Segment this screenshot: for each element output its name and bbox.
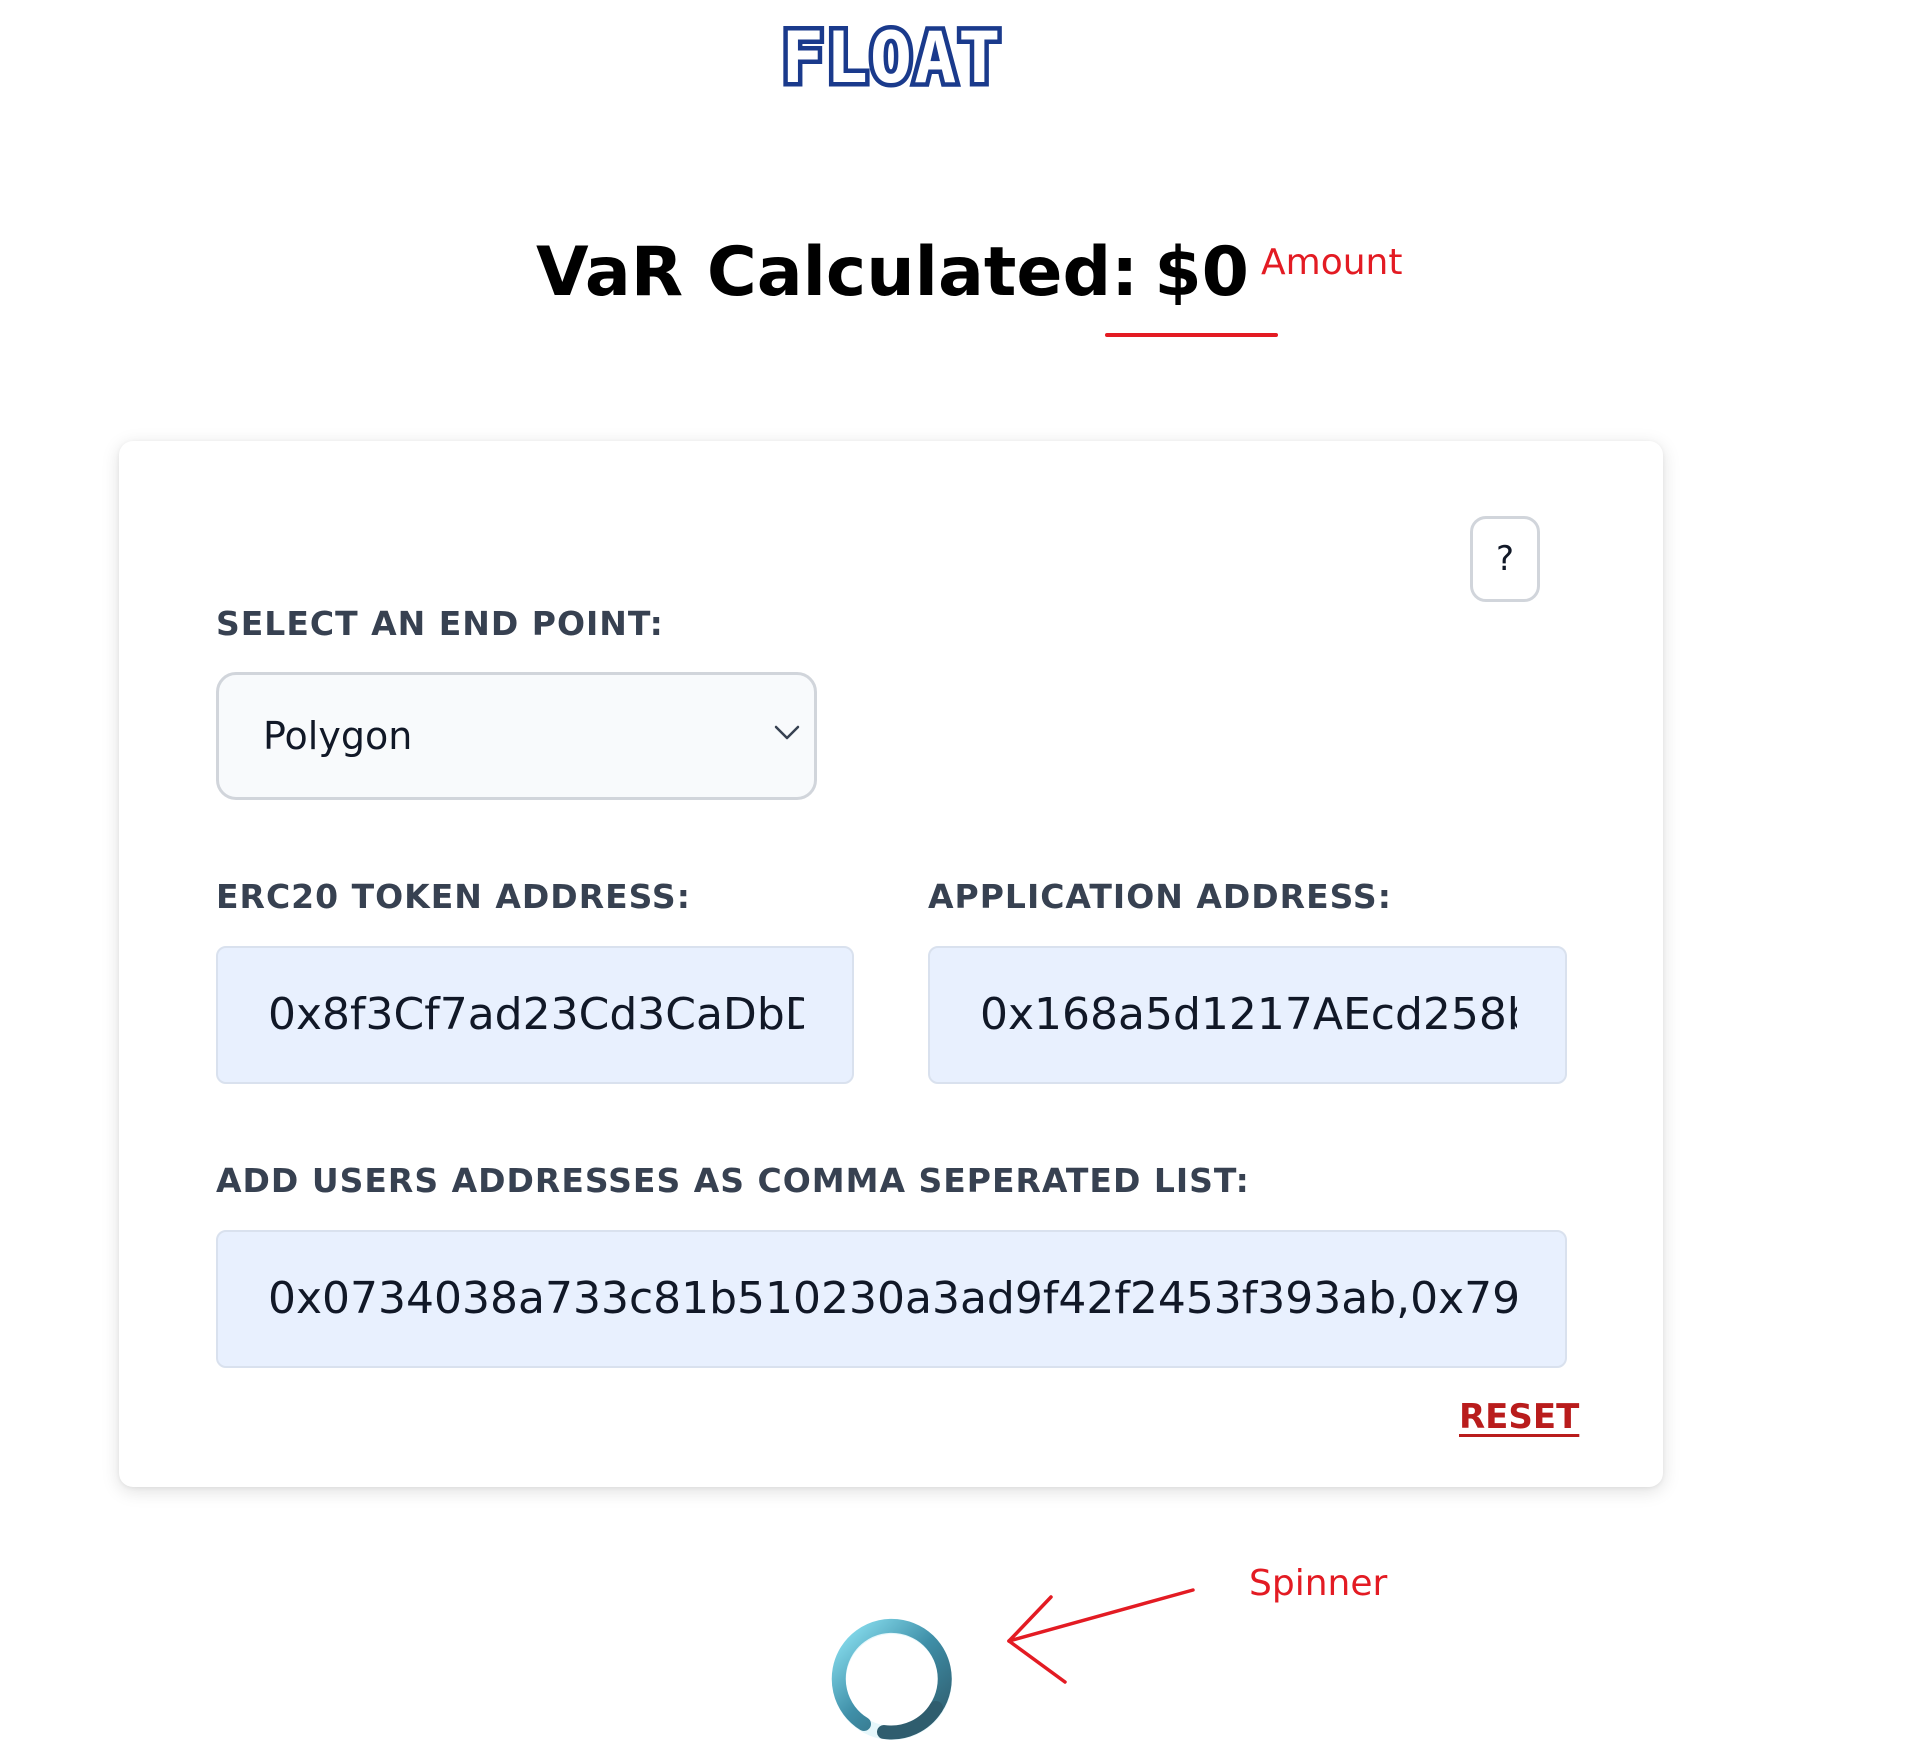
amount-annotation-underline [1105, 333, 1278, 337]
application-address-value: 0x168a5d1217AEcd258b03018d5bF1A1677A07b7… [980, 989, 1517, 1040]
erc20-address-input[interactable]: 0x8f3Cf7ad23Cd3CaDbD9735AFf958023239c6A0… [216, 946, 854, 1084]
chevron-down-icon [774, 725, 800, 740]
reset-link[interactable]: RESET [1459, 1397, 1579, 1437]
users-addresses-value: 0x0734038a733c81b510230a3ad9f42f2453f393… [268, 1273, 1517, 1324]
var-amount: $0 [1154, 233, 1249, 312]
spinner-annotation-arrow [1007, 1588, 1195, 1684]
endpoint-select[interactable]: Polygon [216, 672, 817, 800]
amount-annotation: Amount [1261, 242, 1403, 283]
endpoint-label: SELECT AN END POINT: [216, 604, 664, 643]
loading-spinner [831, 1618, 952, 1740]
help-button[interactable]: ? [1470, 516, 1540, 602]
float-logo: FLOAT [777, 22, 1005, 96]
erc20-label: ERC20 TOKEN ADDRESS: [216, 877, 691, 916]
erc20-address-value: 0x8f3Cf7ad23Cd3CaDbD9735AFf958023239c6A0… [268, 989, 804, 1040]
var-heading: VaR Calculated: $0 [0, 228, 1785, 318]
var-label: VaR Calculated: [536, 233, 1139, 312]
logo-text: FLOAT [782, 22, 1003, 96]
application-address-input[interactable]: 0x168a5d1217AEcd258b03018d5bF1A1677A07b7… [928, 946, 1567, 1084]
users-label: ADD USERS ADDRESSES AS COMMA SEPERATED L… [216, 1161, 1250, 1200]
endpoint-select-value: Polygon [263, 714, 413, 758]
spinner-annotation: Spinner [1249, 1563, 1388, 1604]
users-addresses-input[interactable]: 0x0734038a733c81b510230a3ad9f42f2453f393… [216, 1230, 1567, 1368]
application-label: APPLICATION ADDRESS: [928, 877, 1392, 916]
